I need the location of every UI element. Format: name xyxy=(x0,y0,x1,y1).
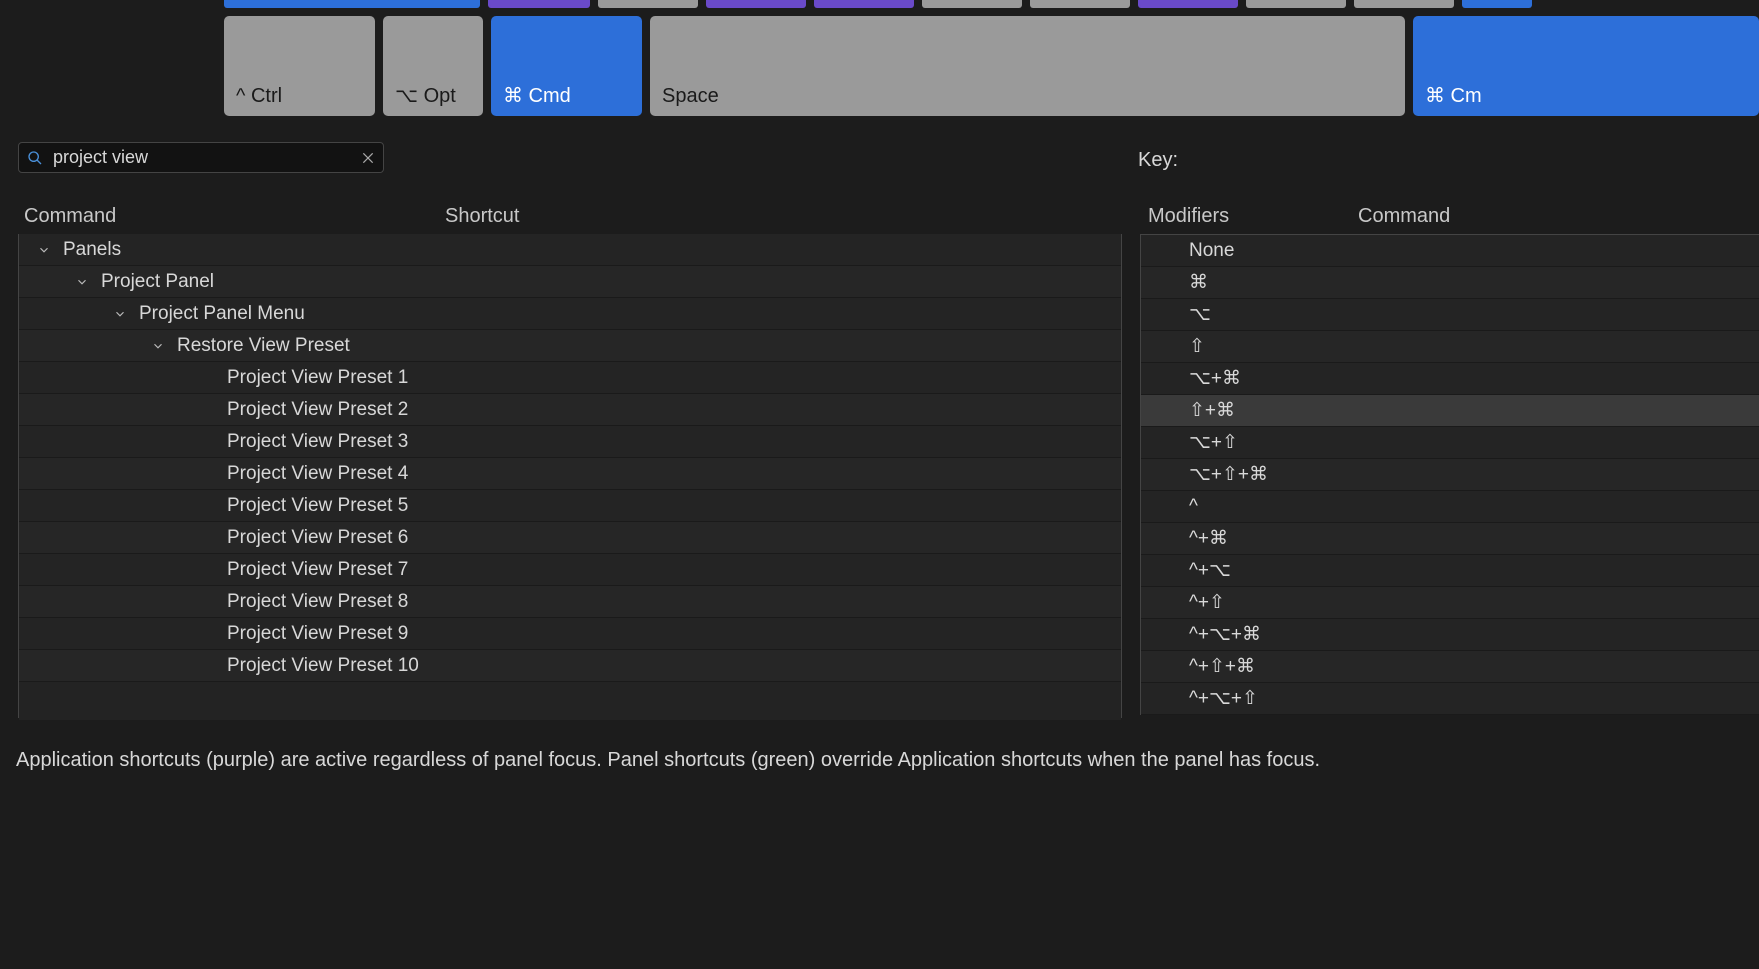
modifier-label: ^+⌥+⇧ xyxy=(1189,687,1258,710)
tree-label: Panels xyxy=(63,239,121,261)
modifier-label: ^+⌥ xyxy=(1189,559,1231,582)
command-table-header: Command Shortcut xyxy=(24,205,1122,228)
chevron-down-icon xyxy=(37,243,51,257)
modifier-label: ^ xyxy=(1189,496,1198,518)
tree-label: Project View Preset 10 xyxy=(227,655,419,677)
modifier-label: ⌥+⇧ xyxy=(1189,431,1238,454)
key-cmd-right[interactable]: ⌘ Cm xyxy=(1413,16,1759,116)
modifier-row[interactable]: ^+⌥+⇧ xyxy=(1141,683,1759,715)
tree-row-panels[interactable]: Panels xyxy=(19,234,1121,266)
modifier-label: ⌘ xyxy=(1189,271,1208,294)
table-empty-row xyxy=(19,682,1121,720)
chevron-down-icon xyxy=(75,275,89,289)
tree-row-preset[interactable]: Project View Preset 3 xyxy=(19,426,1121,458)
key-space[interactable]: Space xyxy=(650,16,1405,116)
modifier-label: ^+⇧+⌘ xyxy=(1189,655,1255,678)
modifier-label: None xyxy=(1189,240,1234,262)
tree-label: Restore View Preset xyxy=(177,335,350,357)
tree-row-preset[interactable]: Project View Preset 1 xyxy=(19,362,1121,394)
key-section-label: Key: xyxy=(1138,149,1178,172)
search-box[interactable] xyxy=(18,142,384,173)
tree-label: Project View Preset 1 xyxy=(227,367,408,389)
modifier-label: ⌥+⇧+⌘ xyxy=(1189,463,1268,486)
chevron-down-icon xyxy=(151,339,165,353)
modifier-row[interactable]: ^+⇧ xyxy=(1141,587,1759,619)
modifier-label: ⇧+⌘ xyxy=(1189,399,1235,422)
modifier-label: ⌥ xyxy=(1189,303,1211,326)
header-shortcut[interactable]: Shortcut xyxy=(445,205,1122,228)
modifier-row[interactable]: ⇧+⌘ xyxy=(1141,395,1759,427)
tree-label: Project View Preset 7 xyxy=(227,559,408,581)
tree-row-preset[interactable]: Project View Preset 4 xyxy=(19,458,1121,490)
tree-row-preset[interactable]: Project View Preset 2 xyxy=(19,394,1121,426)
modifiers-table: None ⌘ ⌥ ⇧ ⌥+⌘ ⇧+⌘ ⌥+⇧ ⌥+⇧+⌘ ^ ^+⌘ ^+⌥ ^… xyxy=(1140,234,1759,715)
tree-row-preset[interactable]: Project View Preset 8 xyxy=(19,586,1121,618)
header-modifiers[interactable]: Modifiers xyxy=(1148,205,1358,228)
tree-label: Project View Preset 6 xyxy=(227,527,408,549)
footer-help-text: Application shortcuts (purple) are activ… xyxy=(16,749,1320,772)
key-label: ⌘ Cm xyxy=(1425,83,1482,108)
modifier-row[interactable]: ^+⌥ xyxy=(1141,555,1759,587)
modifier-label: ^+⌘ xyxy=(1189,527,1228,550)
tree-row-preset[interactable]: Project View Preset 7 xyxy=(19,554,1121,586)
tree-row-preset[interactable]: Project View Preset 9 xyxy=(19,618,1121,650)
key-cmd[interactable]: ⌘ Cmd xyxy=(491,16,642,116)
modifier-row[interactable]: ^+⌘ xyxy=(1141,523,1759,555)
modifier-row[interactable]: ⌘ xyxy=(1141,267,1759,299)
modifier-label: ⌥+⌘ xyxy=(1189,367,1241,390)
tree-row-preset[interactable]: Project View Preset 6 xyxy=(19,522,1121,554)
modifier-label: ^+⌥+⌘ xyxy=(1189,623,1261,646)
keyboard-top-strip xyxy=(224,0,1759,8)
modifier-row[interactable]: ⌥+⌘ xyxy=(1141,363,1759,395)
key-ctrl[interactable]: ^ Ctrl xyxy=(224,16,375,116)
modifier-row[interactable]: None xyxy=(1141,235,1759,267)
key-label: ^ Ctrl xyxy=(236,85,282,108)
search-input[interactable] xyxy=(53,147,361,168)
modifiers-table-header: Modifiers Command xyxy=(1148,205,1759,228)
tree-label: Project Panel xyxy=(101,271,214,293)
modifier-row[interactable]: ⇧ xyxy=(1141,331,1759,363)
key-opt[interactable]: ⌥ Opt xyxy=(383,16,483,116)
modifier-row[interactable]: ⌥ xyxy=(1141,299,1759,331)
modifier-row[interactable]: ⌥+⇧ xyxy=(1141,427,1759,459)
chevron-down-icon xyxy=(113,307,127,321)
clear-search-icon[interactable] xyxy=(361,151,375,165)
tree-label: Project View Preset 8 xyxy=(227,591,408,613)
tree-label: Project View Preset 3 xyxy=(227,431,408,453)
header-command2[interactable]: Command xyxy=(1358,205,1759,228)
key-label: ⌥ Opt xyxy=(395,83,456,108)
tree-row-preset[interactable]: Project View Preset 5 xyxy=(19,490,1121,522)
tree-row-restore-view-preset[interactable]: Restore View Preset xyxy=(19,330,1121,362)
key-label: Space xyxy=(662,85,719,108)
tree-label: Project View Preset 4 xyxy=(227,463,408,485)
keyboard-modifier-row: ^ Ctrl ⌥ Opt ⌘ Cmd Space ⌘ Cm xyxy=(224,16,1759,116)
command-table: Panels Project Panel Project Panel Menu … xyxy=(18,234,1122,718)
tree-row-project-panel[interactable]: Project Panel xyxy=(19,266,1121,298)
tree-row-project-panel-menu[interactable]: Project Panel Menu xyxy=(19,298,1121,330)
tree-row-preset[interactable]: Project View Preset 10 xyxy=(19,650,1121,682)
tree-label: Project View Preset 2 xyxy=(227,399,408,421)
modifier-row[interactable]: ^+⌥+⌘ xyxy=(1141,619,1759,651)
tree-label: Project View Preset 5 xyxy=(227,495,408,517)
modifier-row[interactable]: ⌥+⇧+⌘ xyxy=(1141,459,1759,491)
tree-label: Project Panel Menu xyxy=(139,303,305,325)
modifier-label: ^+⇧ xyxy=(1189,591,1225,614)
modifier-row[interactable]: ^ xyxy=(1141,491,1759,523)
search-icon xyxy=(27,150,43,166)
key-label: ⌘ Cmd xyxy=(503,83,571,108)
header-command[interactable]: Command xyxy=(24,205,445,228)
modifier-label: ⇧ xyxy=(1189,335,1205,358)
tree-label: Project View Preset 9 xyxy=(227,623,408,645)
modifier-row[interactable]: ^+⇧+⌘ xyxy=(1141,651,1759,683)
